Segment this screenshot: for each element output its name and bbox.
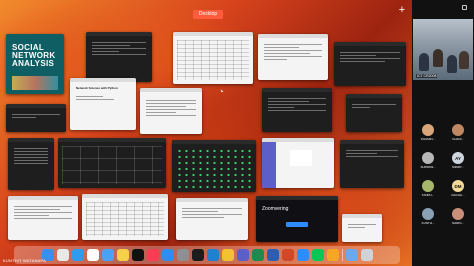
avatar: [422, 180, 434, 192]
notes-icon[interactable]: [116, 249, 129, 261]
participant-tile[interactable]: SUPPAW...: [416, 152, 440, 169]
avatar: [422, 124, 434, 136]
participant-name: TANPH...: [421, 193, 435, 197]
appstore-icon[interactable]: [161, 249, 174, 261]
window-spreadsheet-2[interactable]: [82, 194, 168, 240]
dock: [14, 246, 400, 264]
window-dark-editor-2[interactable]: [334, 42, 406, 86]
participant-tile[interactable]: PHUMIN...: [416, 124, 440, 141]
desktop-space-label[interactable]: Desktop: [193, 10, 223, 19]
launchpad-icon[interactable]: [56, 249, 69, 261]
avatar: AY: [452, 152, 464, 164]
music-icon[interactable]: [146, 249, 159, 261]
main-camera-tile[interactable]: ICT CR2008: [413, 19, 473, 80]
dock-separator: [341, 249, 343, 261]
window-chat-list[interactable]: [8, 138, 54, 190]
avatar: [422, 208, 434, 220]
window-document[interactable]: [140, 88, 202, 134]
avatar: [452, 124, 464, 136]
vscode-icon[interactable]: [206, 249, 219, 261]
excel-icon[interactable]: [251, 249, 264, 261]
participant-tile[interactable]: DM DACHA...: [446, 180, 470, 197]
window-spreadsheet-1[interactable]: [173, 32, 253, 84]
safari-icon[interactable]: [71, 249, 84, 261]
window-small-right-bottom[interactable]: [342, 214, 382, 242]
participant-tile[interactable]: AY SIRIRY...: [446, 152, 470, 169]
chrome-icon[interactable]: [221, 249, 234, 261]
zoom-icon[interactable]: [296, 249, 309, 261]
add-space-button[interactable]: +: [396, 4, 408, 16]
installer-title: Zoomvering: [262, 206, 289, 212]
trash-icon[interactable]: [360, 249, 373, 261]
mail-icon[interactable]: [101, 249, 114, 261]
avatar: [422, 152, 434, 164]
window-browser-1[interactable]: [258, 34, 328, 80]
window-dark-panel[interactable]: [346, 94, 402, 132]
participant-name: NARIN...: [452, 221, 464, 225]
teams-sidebar: [262, 142, 276, 188]
participant-tile[interactable]: NARIN...: [446, 208, 470, 225]
line-icon[interactable]: [311, 249, 324, 261]
mission-control-desktop: Desktop + SOCIAL NETWORK ANALYSIS Networ…: [0, 0, 412, 266]
calendar-icon[interactable]: [86, 249, 99, 261]
sna-title: SOCIAL NETWORK ANALYSIS: [12, 44, 55, 68]
window-small-dark-left[interactable]: [6, 104, 66, 132]
avatar: [452, 208, 464, 220]
participant-name: SIRIRY...: [451, 165, 465, 169]
main-tile-name: ICT CR2008: [416, 74, 438, 78]
mouse-cursor: [220, 88, 224, 93]
photos-icon[interactable]: [326, 249, 339, 261]
window-teams-dialog[interactable]: [262, 138, 334, 188]
screen: Desktop + SOCIAL NETWORK ANALYSIS Networ…: [0, 0, 474, 266]
teams-dialog-box: [290, 150, 312, 166]
window-word-doc[interactable]: [8, 196, 78, 240]
teams-icon[interactable]: [236, 249, 249, 261]
tv-icon[interactable]: [131, 249, 144, 261]
terminal-icon[interactable]: [191, 249, 204, 261]
participant-name: PHUMIN...: [420, 137, 436, 141]
presenter-name: KUNTHIT WATANAPA: [3, 258, 46, 263]
participant-name: CHANI...: [452, 137, 464, 141]
avatar: DM: [452, 180, 464, 192]
window-dark-code[interactable]: [262, 88, 332, 132]
window-notebook[interactable]: Network Science with Python: [70, 78, 136, 130]
participant-name: DACHA...: [451, 193, 465, 197]
powerpoint-icon[interactable]: [281, 249, 294, 261]
installer-button: [286, 222, 308, 227]
participant-tile[interactable]: CHANI...: [446, 124, 470, 141]
word-icon[interactable]: [266, 249, 279, 261]
sna-cover-art: [12, 76, 58, 90]
window-media-grid[interactable]: [58, 138, 166, 188]
participant-name: KUNTH...: [421, 221, 435, 225]
participant-tile[interactable]: TANPH...: [416, 180, 440, 197]
window-social-network-analysis[interactable]: SOCIAL NETWORK ANALYSIS: [6, 34, 64, 94]
window-dark-editor-1[interactable]: [86, 32, 152, 82]
downloads-icon[interactable]: [345, 249, 358, 261]
window-dark-small-right[interactable]: [340, 140, 404, 188]
settings-icon[interactable]: [176, 249, 189, 261]
notebook-title: Network Science with Python: [76, 86, 118, 90]
gallery-view-icon[interactable]: [462, 5, 467, 10]
sna-title-line3: ANALYSIS: [12, 59, 55, 68]
window-browser-2[interactable]: [176, 198, 248, 240]
participant-tile[interactable]: KUNTH...: [416, 208, 440, 225]
window-installer[interactable]: Zoomvering: [256, 196, 338, 242]
window-trading-terminal[interactable]: [172, 140, 256, 192]
participant-name: SUPPAW...: [420, 165, 436, 169]
video-sidebar: ICT CR2008 PHUMIN... CHANI... SUPPAW... AY S…: [412, 0, 474, 266]
